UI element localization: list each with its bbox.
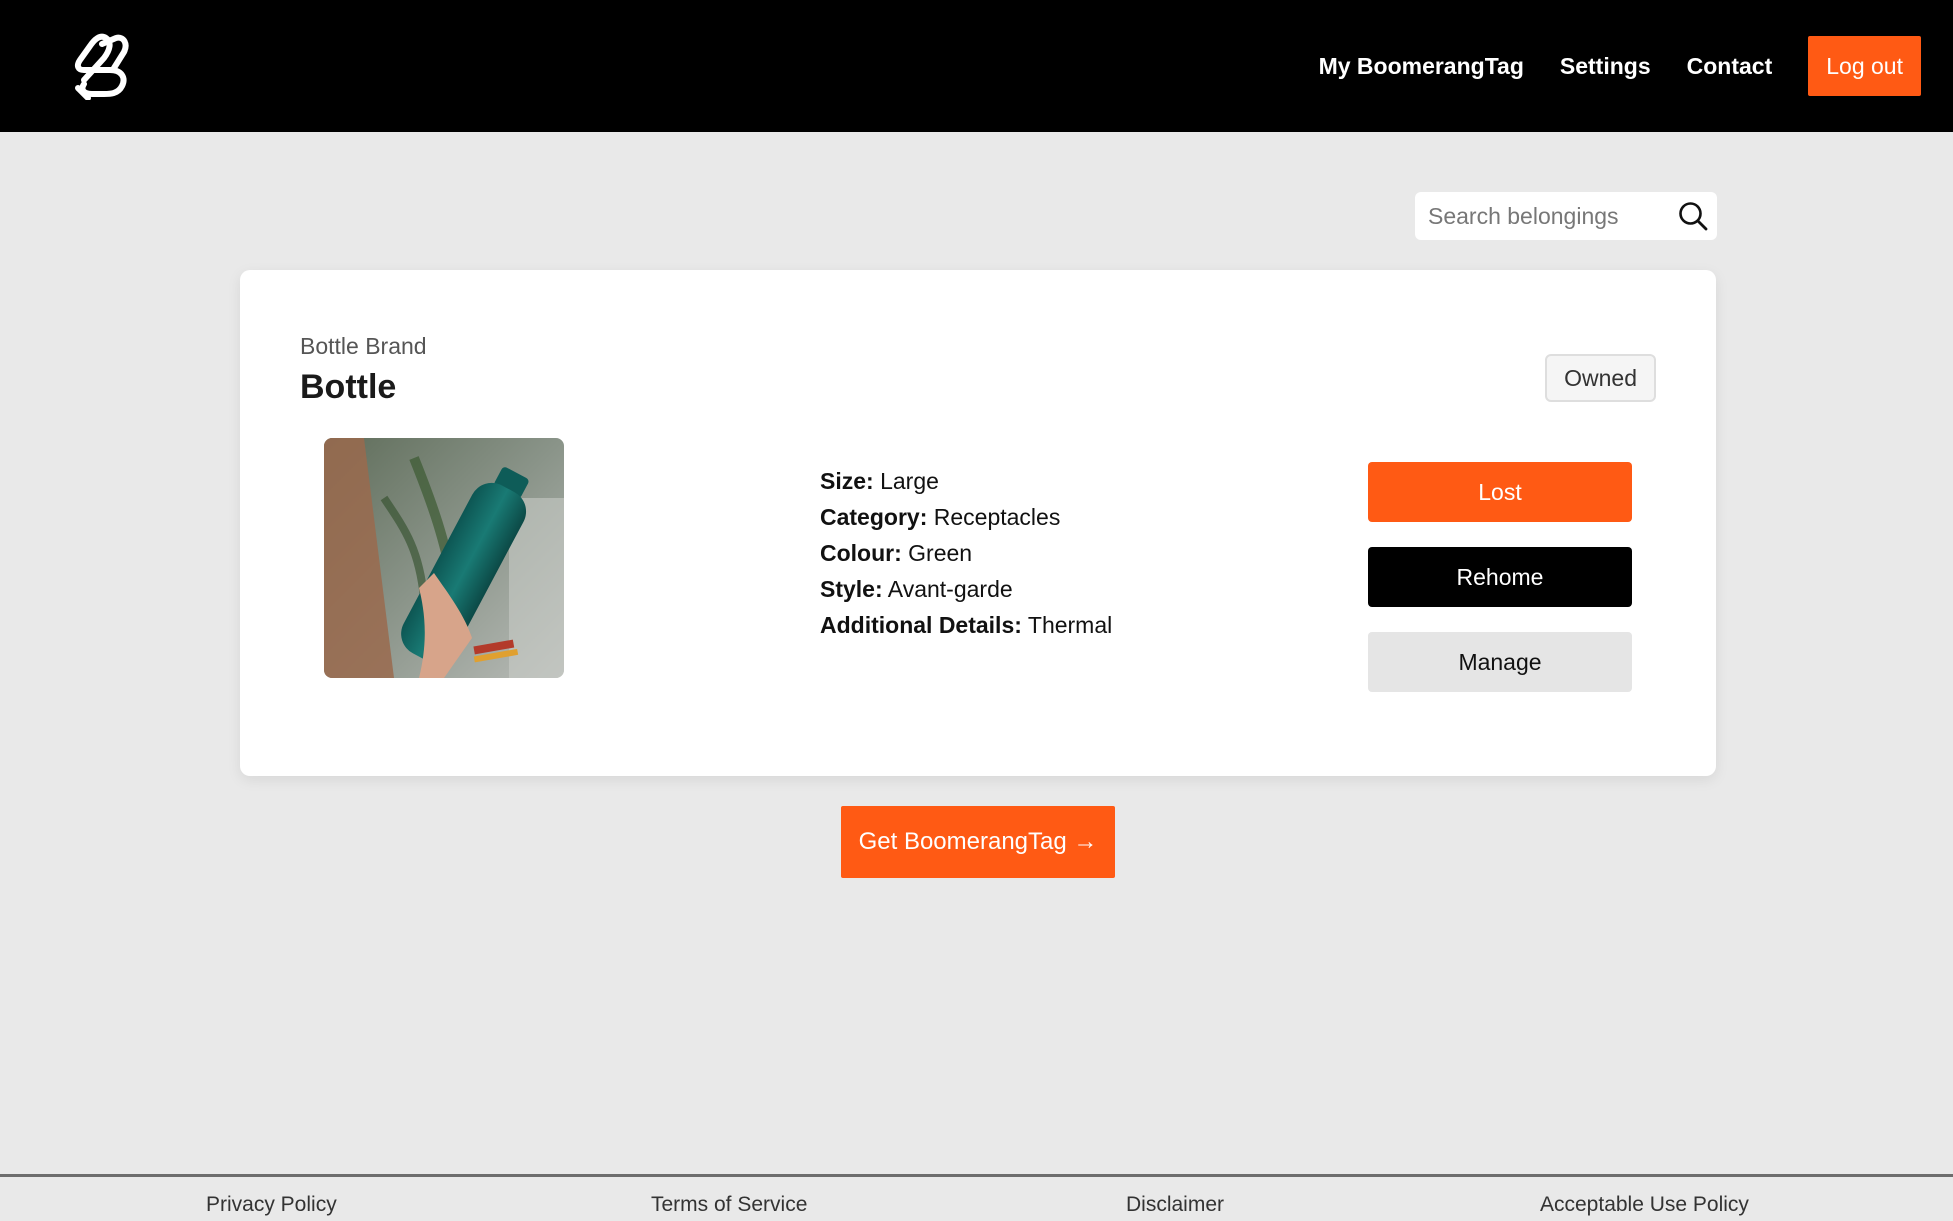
detail-category: Category: Receptacles (820, 499, 1112, 535)
detail-value: Receptacles (933, 504, 1061, 530)
detail-value: Thermal (1027, 612, 1113, 638)
footer-acceptable-use-policy[interactable]: Acceptable Use Policy (1540, 1193, 1749, 1217)
nav-settings[interactable]: Settings (1560, 53, 1651, 80)
detail-label: Size: (820, 468, 874, 494)
belonging-card: Bottle Brand Bottle Owned Size: Large Ca… (240, 270, 1716, 776)
footer-terms-of-service[interactable]: Terms of Service (651, 1193, 807, 1217)
rehome-button[interactable]: Rehome (1368, 547, 1632, 607)
detail-colour: Colour: Green (820, 535, 1112, 571)
search-icon[interactable] (1677, 200, 1709, 232)
footer-disclaimer[interactable]: Disclaimer (1126, 1193, 1224, 1217)
item-brand: Bottle Brand (300, 333, 427, 359)
lost-button[interactable]: Lost (1368, 462, 1632, 522)
search-input[interactable] (1428, 202, 1664, 230)
footer-privacy-policy[interactable]: Privacy Policy (206, 1193, 337, 1217)
detail-style: Style: Avant-garde (820, 571, 1112, 607)
detail-additional: Additional Details: Thermal (820, 607, 1112, 643)
detail-value: Green (908, 540, 973, 566)
detail-label: Additional Details: (820, 612, 1022, 638)
detail-label: Style: (820, 576, 883, 602)
nav-contact[interactable]: Contact (1687, 53, 1773, 80)
logout-button[interactable]: Log out (1808, 36, 1921, 96)
get-boomerangtag-button[interactable]: Get BoomerangTag → (841, 806, 1115, 878)
item-details: Size: Large Category: Receptacles Colour… (820, 463, 1112, 643)
status-badge: Owned (1545, 354, 1656, 402)
bottle-photo (324, 438, 564, 678)
detail-size: Size: Large (820, 463, 1112, 499)
item-actions: Lost Rehome Manage (1368, 462, 1632, 717)
item-name: Bottle (300, 368, 397, 406)
footer: Privacy Policy Terms of Service Disclaim… (0, 1174, 1953, 1221)
detail-label: Colour: (820, 540, 902, 566)
search-box (1415, 192, 1717, 240)
detail-label: Category: (820, 504, 928, 530)
detail-value: Avant-garde (887, 576, 1013, 602)
nav-my-boomerangtag[interactable]: My BoomerangTag (1319, 53, 1524, 80)
boomerang-logo-icon[interactable] (70, 30, 136, 101)
top-navbar: My BoomerangTag Settings Contact Log out (0, 0, 1953, 132)
detail-value: Large (880, 468, 939, 494)
main-nav: My BoomerangTag Settings Contact Log out (1283, 36, 1921, 96)
manage-button[interactable]: Manage (1368, 632, 1632, 692)
